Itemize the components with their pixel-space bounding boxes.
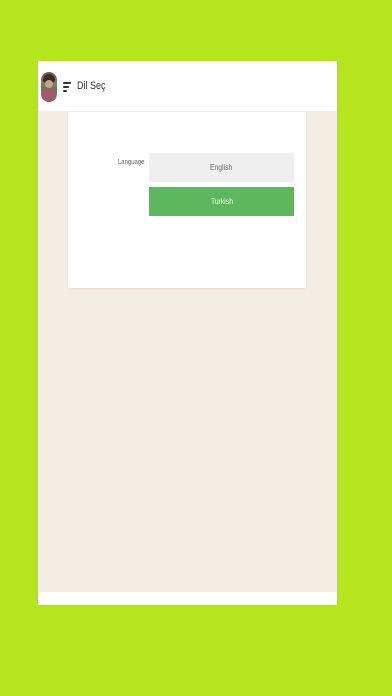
avatar-face — [45, 80, 53, 88]
language-card: Language English Turkish — [68, 112, 306, 288]
english-option-label: English — [210, 163, 233, 172]
menu-icon-line — [63, 86, 69, 88]
top-app-bar: Dil Seç — [38, 61, 337, 112]
user-avatar[interactable] — [41, 72, 57, 102]
bottom-strip — [38, 592, 337, 605]
menu-icon-line — [63, 82, 71, 84]
turkish-option-button[interactable]: Turkish — [149, 187, 294, 216]
page-title: Dil Seç — [77, 80, 106, 92]
language-label: Language — [118, 159, 145, 166]
avatar-body — [42, 89, 56, 102]
menu-icon-line — [63, 90, 67, 92]
menu-icon[interactable] — [63, 82, 72, 92]
app-screen: Dil Seç Language English Turkish — [38, 61, 337, 605]
turkish-option-label: Turkish — [210, 197, 233, 206]
content-area: Language English Turkish — [38, 112, 337, 592]
english-option-button[interactable]: English — [149, 153, 294, 182]
